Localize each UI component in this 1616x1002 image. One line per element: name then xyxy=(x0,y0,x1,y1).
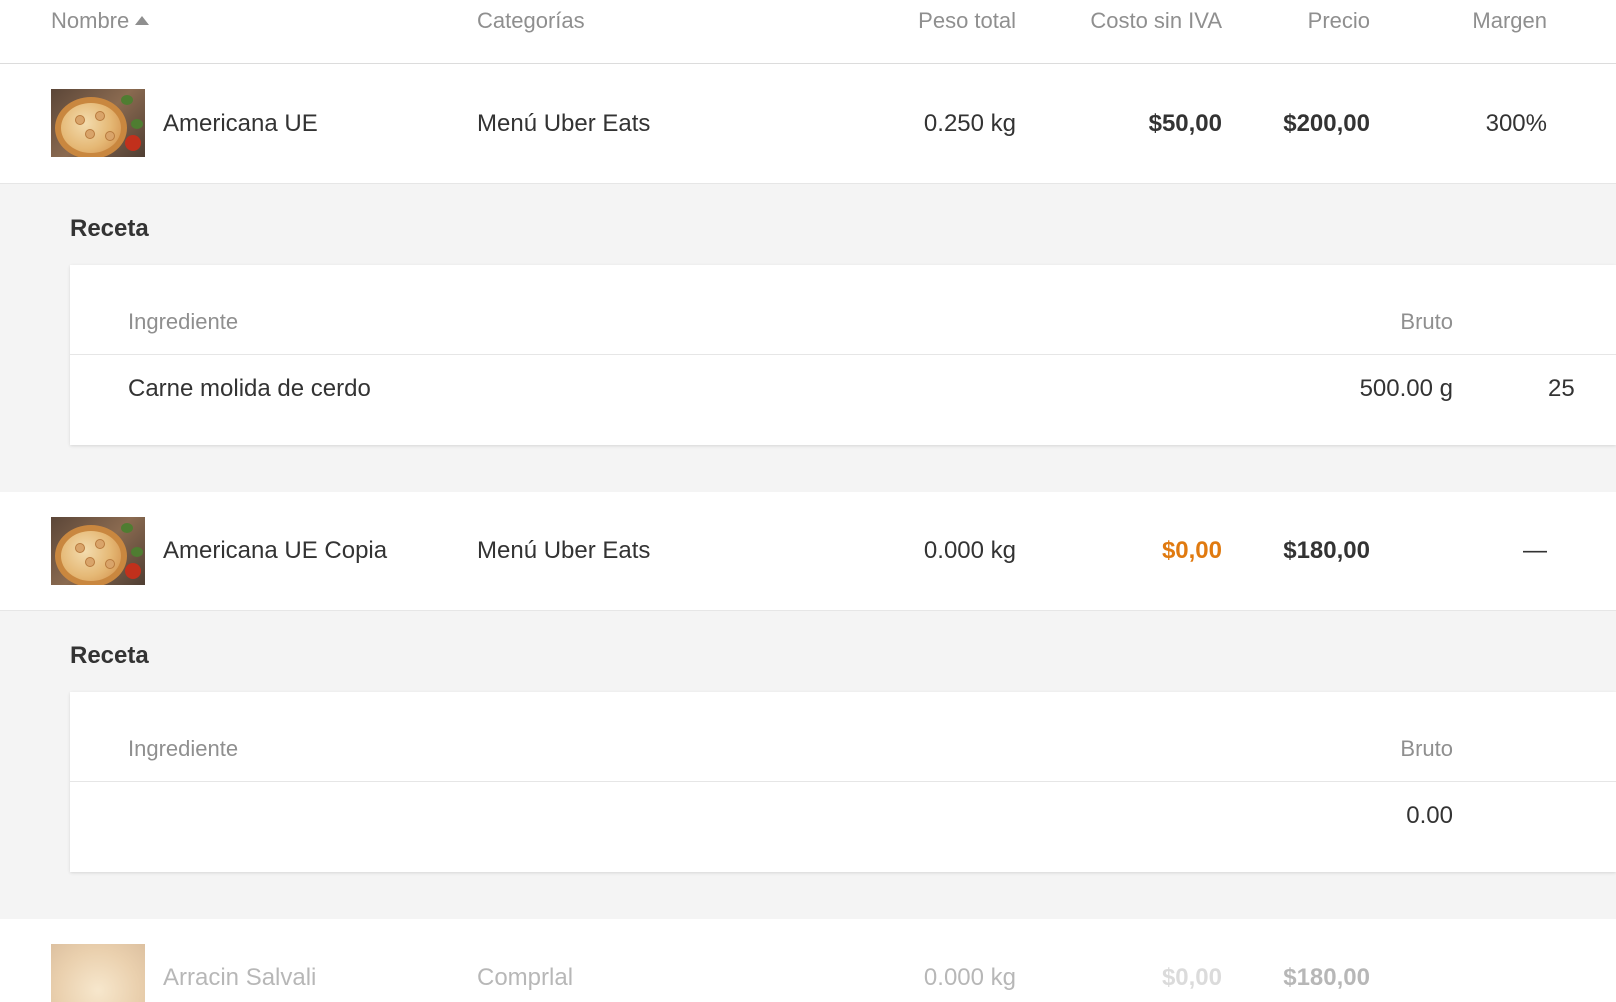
product-price: $200,00 xyxy=(1283,110,1370,137)
product-cost: $50,00 xyxy=(1148,110,1222,137)
recipe-ingredient-gross: 0.00 xyxy=(1406,802,1453,829)
product-margin: — xyxy=(1523,537,1547,564)
product-name[interactable]: Arracin Salvali xyxy=(163,964,316,992)
recipe-ingredient-next-value: 25 xyxy=(1548,375,1575,402)
product-thumbnail xyxy=(51,517,145,585)
recipe-table-header: Ingrediente Bruto xyxy=(70,265,1616,355)
product-cost: $0,00 xyxy=(1161,964,1222,991)
product-category: Comprlal xyxy=(477,964,574,991)
product-weight: 0.000 kg xyxy=(923,537,1016,564)
product-weight: 0.250 kg xyxy=(923,110,1016,137)
recipe-column-ingredient: Ingrediente xyxy=(128,309,239,334)
product-category: Menú Uber Eats xyxy=(477,537,651,564)
recipe-column-gross: Bruto xyxy=(1400,736,1453,761)
column-header-categories[interactable]: Categorías xyxy=(477,8,585,34)
product-price: $180,00 xyxy=(1283,537,1370,564)
table-row[interactable]: Americana UE Menú Uber Eats 0.250 kg $50… xyxy=(0,64,1616,184)
recipe-table: Ingrediente Bruto 0.00 xyxy=(70,692,1616,872)
table-row[interactable]: Arracin Salvali Comprlal 0.000 kg $0,00 … xyxy=(0,919,1616,1002)
table-header: Nombre Categorías Peso total Costo sin I… xyxy=(0,0,1616,64)
column-header-price[interactable]: Precio xyxy=(1250,8,1370,34)
product-name[interactable]: Americana UE Copia xyxy=(163,537,387,565)
recipe-table-header: Ingrediente Bruto xyxy=(70,692,1616,782)
product-weight: 0.000 kg xyxy=(923,964,1016,991)
recipe-panel: Receta Ingrediente Bruto 0.00 xyxy=(0,611,1616,919)
product-thumbnail xyxy=(51,944,145,1002)
product-name[interactable]: Americana UE xyxy=(163,110,318,138)
table-row[interactable]: Americana UE Copia Menú Uber Eats 0.000 … xyxy=(0,492,1616,611)
recipe-column-ingredient: Ingrediente xyxy=(128,736,239,761)
column-header-cost[interactable]: Costo sin IVA xyxy=(1050,8,1222,34)
recipe-column-gross: Bruto xyxy=(1400,309,1453,334)
sort-ascending-icon xyxy=(135,16,150,25)
product-thumbnail xyxy=(51,89,145,157)
column-header-margin[interactable]: Margen xyxy=(1440,8,1547,34)
product-cost-warning: $0,00 xyxy=(1161,537,1222,564)
recipe-panel: Receta Ingrediente Bruto Carne molida de… xyxy=(0,184,1616,492)
recipe-ingredient-gross: 500.00 g xyxy=(1359,375,1453,402)
product-margin: 300% xyxy=(1485,110,1547,137)
recipe-ingredient-name[interactable]: Carne molida de cerdo xyxy=(128,375,371,403)
product-price: $180,00 xyxy=(1283,964,1370,991)
recipe-title: Receta xyxy=(70,215,149,242)
column-header-weight[interactable]: Peso total xyxy=(860,8,1016,34)
recipe-table: Ingrediente Bruto Carne molida de cerdo … xyxy=(70,265,1616,445)
recipe-title: Receta xyxy=(70,642,149,669)
column-header-name[interactable]: Nombre xyxy=(51,8,150,34)
product-category: Menú Uber Eats xyxy=(477,110,651,137)
